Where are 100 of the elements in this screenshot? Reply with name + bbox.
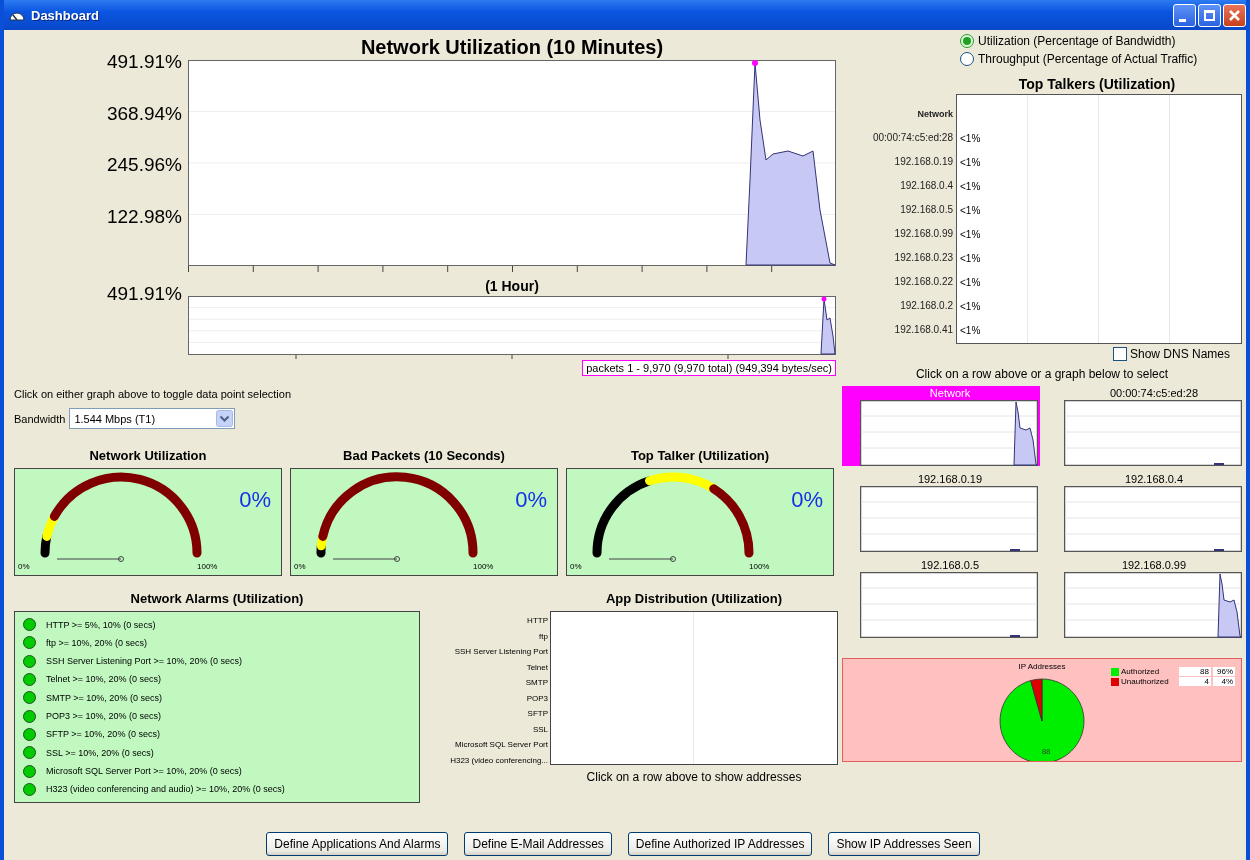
application-label[interactable]: H323 (video conferencing... <box>450 752 548 768</box>
host-label[interactable]: 192.168.0.5 <box>900 198 953 222</box>
application-label[interactable]: Telnet <box>526 659 548 675</box>
graph-title: 192.168.0.5 <box>919 558 981 572</box>
scale-label: 100% <box>473 562 494 571</box>
axis-label: 491.91% <box>107 52 182 74</box>
host-graph[interactable]: 192.168.0.19 <box>842 472 1040 552</box>
chart-title: IP Addresses <box>1018 662 1066 671</box>
scale-label: 0% <box>18 562 30 571</box>
status-dot <box>23 636 36 650</box>
utilization-value: <1% <box>960 300 981 314</box>
radio-button[interactable] <box>960 52 974 66</box>
scale-label: 0% <box>294 562 306 571</box>
gauge-title: Network Utilization <box>88 447 208 465</box>
utilization-value: <1% <box>960 228 981 242</box>
status-dot <box>23 673 36 686</box>
action-button[interactable]: Define Applications And Alarms <box>266 832 449 856</box>
legend-count: 88 <box>1179 667 1211 676</box>
host-graph[interactable]: 192.168.0.4 <box>1046 472 1244 552</box>
legend-count: 4 <box>1179 677 1211 686</box>
alarm-rule[interactable]: Telnet >= 10%, 20% (0 secs) <box>46 674 162 685</box>
graph-title: 192.168.0.4 <box>1123 472 1185 486</box>
alarm-rule[interactable]: SSL >= 10%, 20% (0 secs) <box>46 747 154 758</box>
gauge-value: 0% <box>515 487 547 513</box>
legend-percent: 4% <box>1213 677 1235 686</box>
status-dot <box>23 782 36 796</box>
host-label[interactable]: 192.168.0.99 <box>894 222 953 246</box>
selection-info: packets 1 - 9,970 (9,970 total) (949,394 bytes/sec) <box>582 360 836 376</box>
graph-title: 192.168.0.99 <box>1120 558 1188 572</box>
action-button[interactable]: Define E-Mail Addresses <box>464 832 612 856</box>
alarm-rule[interactable]: HTTP >= 5%, 10% (0 secs) <box>46 619 156 630</box>
application-label[interactable]: HTTP <box>527 613 548 629</box>
host-label[interactable]: 192.168.0.19 <box>894 150 953 174</box>
application-label[interactable]: SMTP <box>525 675 548 691</box>
bar-chart-area[interactable]: <1% <1% <1% <1% <1% <1% <1% <1% <1% <box>956 94 1242 344</box>
host-graph[interactable]: 192.168.0.99 <box>1046 558 1244 638</box>
status-dot <box>23 764 36 778</box>
alarm-rule[interactable]: SFTP >= 10%, 20% (0 secs) <box>46 729 160 740</box>
axis-label: 368.94% <box>107 103 182 126</box>
status-dot <box>23 691 36 705</box>
pie-slice[interactable] <box>1030 678 1043 722</box>
action-button[interactable]: Define Authorized IP Addresses <box>627 832 813 856</box>
application-label[interactable]: Microsoft SQL Server Port <box>454 737 548 753</box>
application-label[interactable]: SSH Server Listening Port <box>454 644 548 660</box>
application-label[interactable]: POP3 <box>526 690 548 706</box>
utilization-value: <1% <box>960 180 981 194</box>
legend-label: Authorized <box>1121 667 1161 676</box>
application-label[interactable]: ftp <box>539 628 548 644</box>
status-dot <box>23 746 36 760</box>
alarm-rule[interactable]: H323 (video conferencing and audio) >= 10%, 20% (0 secs) <box>46 784 285 795</box>
gauge-value: 0% <box>239 487 271 513</box>
chart-title: Network Utilization (10 Minutes) <box>359 35 665 60</box>
minimize-icon <box>1178 18 1186 22</box>
alarm-rule[interactable]: Microsoft SQL Server Port >= 10%, 20% (0 secs) <box>46 766 242 777</box>
graph-title: 192.168.0.19 <box>916 472 984 486</box>
utilization-value: <1% <box>960 324 981 338</box>
status-dot <box>23 727 36 741</box>
graph-title: 00:00:74:c5:ed:28 <box>1108 386 1200 400</box>
maximize-button[interactable] <box>1198 3 1221 27</box>
host-label[interactable]: 192.168.0.23 <box>894 246 953 270</box>
alarm-rule[interactable]: SMTP >= 10%, 20% (0 secs) <box>46 692 162 703</box>
host-label[interactable]: 192.168.0.4 <box>900 174 953 198</box>
host-label[interactable]: 192.168.0.22 <box>894 270 953 294</box>
status-dot <box>23 618 36 631</box>
application-label[interactable]: SFTP <box>527 706 548 722</box>
status-dot <box>23 709 36 723</box>
gauge-title: Bad Packets (10 Seconds) <box>342 447 506 465</box>
hourly-area-chart[interactable] <box>188 296 836 360</box>
host-graph[interactable]: 00:00:74:c5:ed:28 <box>1046 386 1244 466</box>
radio-label[interactable]: Utilization (Percentage of Bandwidth) <box>978 34 1176 48</box>
axis-label: 245.96% <box>107 155 182 177</box>
alarm-rule[interactable]: POP3 >= 10%, 20% (0 secs) <box>46 711 162 722</box>
application-label[interactable]: SSL <box>532 721 548 737</box>
host-label[interactable]: 00:00:74:c5:ed:28 <box>872 126 953 150</box>
bandwidth-label: Bandwidth <box>14 412 66 425</box>
host-label[interactable]: 192.168.0.2 <box>900 294 953 318</box>
axis-label: 491.91% <box>107 284 182 306</box>
host-label[interactable]: 192.168.0.41 <box>894 318 953 342</box>
pie-slice[interactable] <box>999 678 1085 761</box>
close-button[interactable] <box>1223 3 1246 27</box>
chart-title: Top Talkers (Utilization) <box>1017 75 1177 94</box>
panel-title: App Distribution (Utilization) <box>604 590 784 608</box>
minimize-button[interactable] <box>1173 3 1196 27</box>
radio-button[interactable] <box>960 34 974 48</box>
scale-label: 100% <box>197 562 218 571</box>
hint-text: Click on either graph above to toggle data point selection <box>14 388 292 400</box>
host-graph[interactable]: 192.168.0.5 <box>842 558 1040 638</box>
gauge-value: 0% <box>791 487 823 513</box>
host-label[interactable]: Network <box>917 102 953 126</box>
bandwidth-dropdown[interactable]: 1.544 Mbps (T1) <box>69 408 236 429</box>
alarm-rule[interactable]: SSH Server Listening Port >= 10%, 20% (0 secs) <box>46 656 243 667</box>
radio-label[interactable]: Throughput (Percentage of Actual Traffic) <box>978 52 1198 66</box>
utilization-value: <1% <box>960 156 981 170</box>
alarm-rule[interactable]: ftp >= 10%, 20% (0 secs) <box>46 637 148 648</box>
utilization-value: <1% <box>960 204 981 218</box>
scale-label: 100% <box>749 562 770 571</box>
dns-names-checkbox[interactable]: Show DNS Names <box>1112 347 1230 361</box>
legend-percent: 96% <box>1213 667 1235 676</box>
close-icon <box>1229 9 1240 21</box>
action-button[interactable]: Show IP Addresses Seen <box>828 832 980 856</box>
